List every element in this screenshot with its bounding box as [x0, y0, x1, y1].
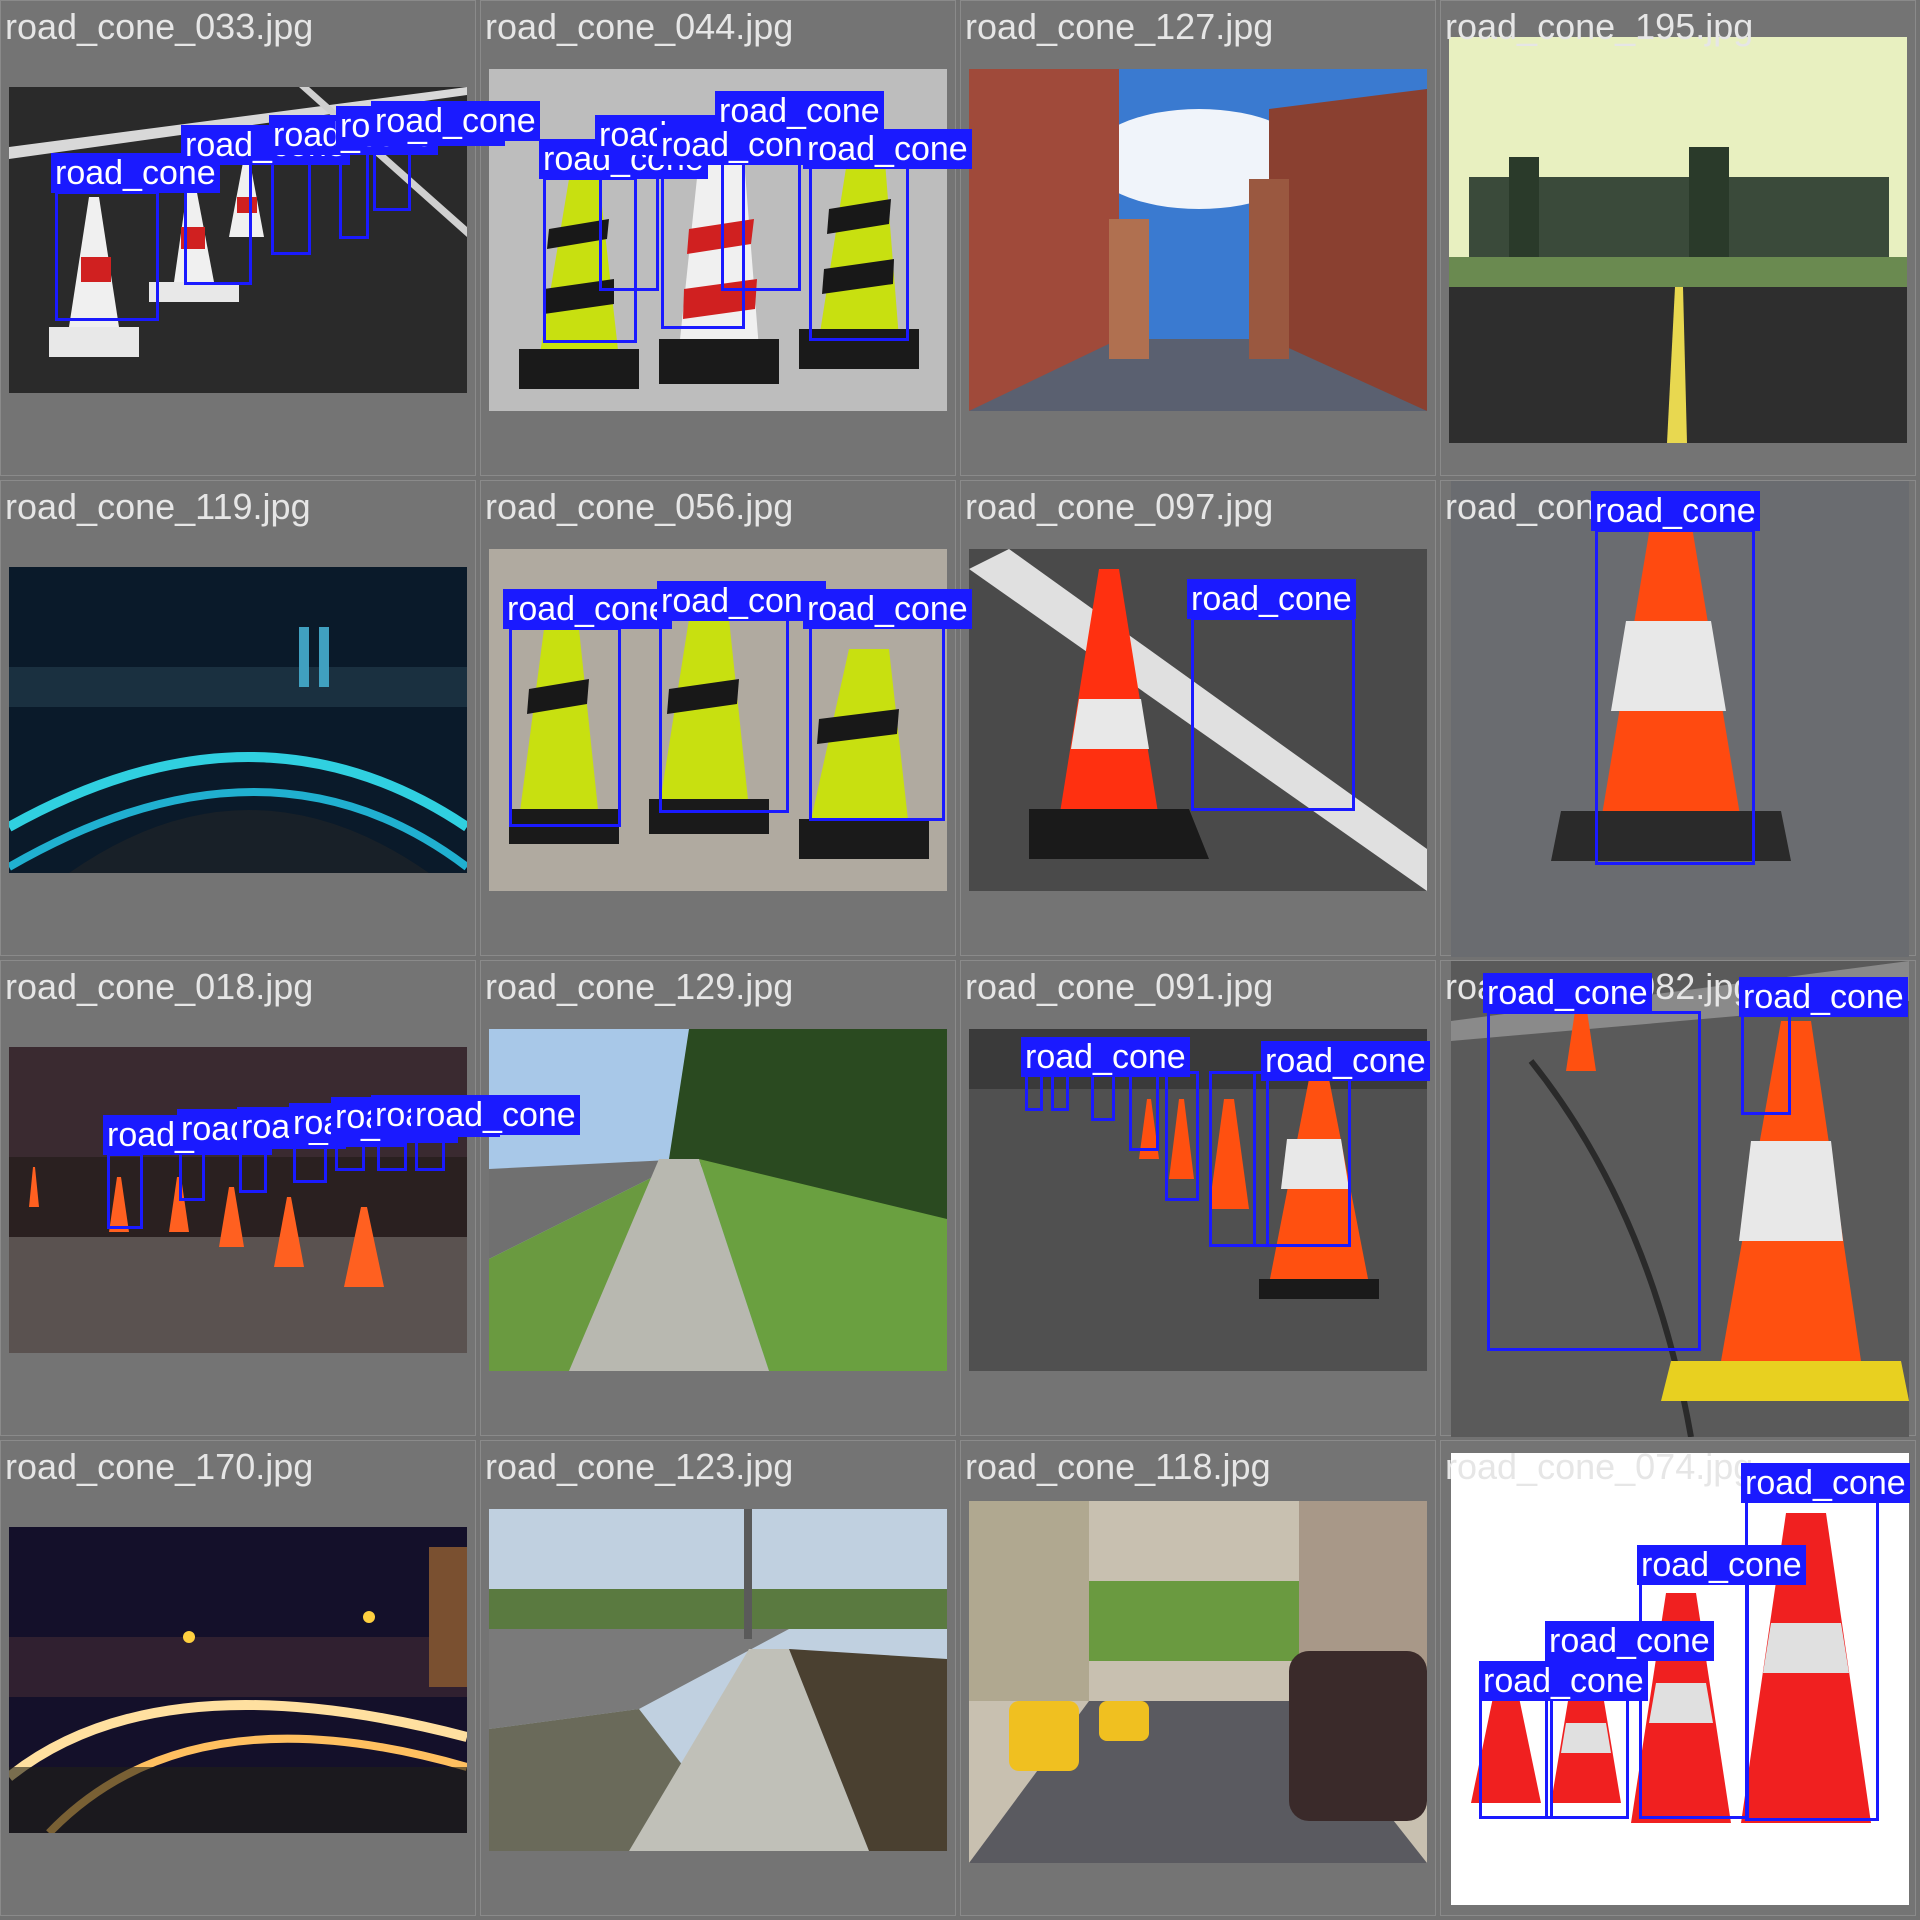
- bbox: [271, 151, 311, 255]
- bbox: [659, 617, 789, 813]
- bbox: [1595, 529, 1755, 865]
- bbox: [509, 627, 621, 827]
- bbox-label: road_cone: [1483, 973, 1652, 1013]
- bbox-label: road_cone: [715, 91, 884, 131]
- filename: road_cone_123.jpg: [485, 1446, 794, 1487]
- bbox-label: road_cone: [411, 1095, 580, 1135]
- bbox: [809, 165, 909, 341]
- bbox: [1479, 1697, 1553, 1819]
- bbox: [1253, 1071, 1351, 1247]
- tile-road-cone-091[interactable]: road_cone_091.jpg road_cone road_cone: [960, 960, 1436, 1436]
- bbox-label: road_cone: [803, 589, 972, 629]
- tile-road-cone-195[interactable]: road_cone_195.jpg: [1440, 0, 1916, 476]
- photo: [969, 1501, 1427, 1863]
- tile-road-cone-082[interactable]: road_cone_082.jpg road_cone road_cone: [1440, 960, 1916, 1437]
- bbox-label: road_cone: [1021, 1037, 1190, 1077]
- bbox: [809, 625, 945, 821]
- tile-road-cone-018[interactable]: road_cone_018.jpg road_cone road_cone ro…: [0, 960, 580, 1436]
- photo: [969, 69, 1427, 411]
- bbox-label: road_cone: [1545, 1621, 1714, 1661]
- bbox-label: road_cone: [371, 101, 540, 141]
- filename: road_cone_033.jpg: [5, 6, 314, 47]
- bbox-label: road_cone: [1637, 1545, 1806, 1585]
- tile-road-cone-044[interactable]: road_cone_044.jpg road_cone road_cone ro…: [480, 0, 972, 476]
- bbox-label: road_cone: [503, 589, 672, 629]
- bbox-label: road_cone: [1187, 579, 1356, 619]
- photo: [1449, 37, 1907, 443]
- tile-road-cone-004[interactable]: road_cone_004.jpg road_cone: [1440, 480, 1916, 957]
- bbox-label: road_cone: [657, 125, 826, 165]
- bbox: [107, 1153, 143, 1229]
- filename: road_cone_074.jpg: [1445, 1446, 1754, 1487]
- image-grid: road_cone_033.jpg road_cone road_cone ro…: [0, 0, 1920, 1920]
- tile-road-cone-127[interactable]: road_cone_127.jpg: [960, 0, 1436, 476]
- bbox-label: road_cone: [1741, 1463, 1910, 1503]
- bbox: [1091, 1071, 1115, 1121]
- filename: road_cone_129.jpg: [485, 966, 794, 1007]
- photo: [9, 1047, 467, 1353]
- photo: [489, 1029, 947, 1371]
- bbox: [1487, 1011, 1701, 1351]
- bbox-label: road_cone: [803, 129, 972, 169]
- bbox: [1129, 1071, 1159, 1151]
- bbox: [1025, 1071, 1043, 1111]
- bbox: [1639, 1579, 1749, 1819]
- bbox: [1051, 1071, 1069, 1111]
- filename: road_cone_127.jpg: [965, 6, 1274, 47]
- tile-road-cone-129[interactable]: road_cone_129.jpg: [480, 960, 956, 1436]
- bbox: [1165, 1071, 1199, 1201]
- filename: road_cone_097.jpg: [965, 486, 1274, 527]
- filename: road_cone_119.jpg: [5, 486, 311, 527]
- bbox: [1191, 617, 1355, 811]
- photo: [9, 1527, 467, 1833]
- bbox-label: road_cone: [657, 581, 826, 621]
- photo: [9, 567, 467, 873]
- tile-road-cone-118[interactable]: road_cone_118.jpg: [960, 1440, 1436, 1916]
- tile-road-cone-074[interactable]: road_cone_074.jpg road_cone road_cone ro…: [1440, 1440, 1916, 1916]
- bbox-label: road_cone: [1479, 1661, 1648, 1701]
- bbox-label: road_cone: [1739, 977, 1908, 1017]
- tile-road-cone-097[interactable]: road_cone_097.jpg road_cone: [960, 480, 1436, 956]
- tile-road-cone-123[interactable]: road_cone_123.jpg: [480, 1440, 956, 1916]
- filename: road_cone_170.jpg: [5, 1446, 314, 1487]
- tile-road-cone-056[interactable]: road_cone_056.jpg road_cone road_cone ro…: [480, 480, 972, 956]
- bbox-label: road_cone: [1261, 1041, 1430, 1081]
- filename: road_cone_056.jpg: [485, 486, 794, 527]
- bbox-label: road_cone: [1591, 491, 1760, 531]
- filename: road_cone_118.jpg: [965, 1446, 1271, 1487]
- tile-road-cone-170[interactable]: road_cone_170.jpg: [0, 1440, 476, 1916]
- photo: [489, 1509, 947, 1851]
- bbox: [55, 191, 159, 321]
- filename: road_cone_018.jpg: [5, 966, 314, 1007]
- tile-road-cone-033[interactable]: road_cone_033.jpg road_cone road_cone ro…: [0, 0, 540, 476]
- tile-road-cone-119[interactable]: road_cone_119.jpg: [0, 480, 476, 956]
- filename: road_cone_044.jpg: [485, 6, 794, 47]
- bbox: [1741, 1013, 1791, 1115]
- filename: road_cone_091.jpg: [965, 966, 1274, 1007]
- filename: road_cone_195.jpg: [1445, 6, 1754, 47]
